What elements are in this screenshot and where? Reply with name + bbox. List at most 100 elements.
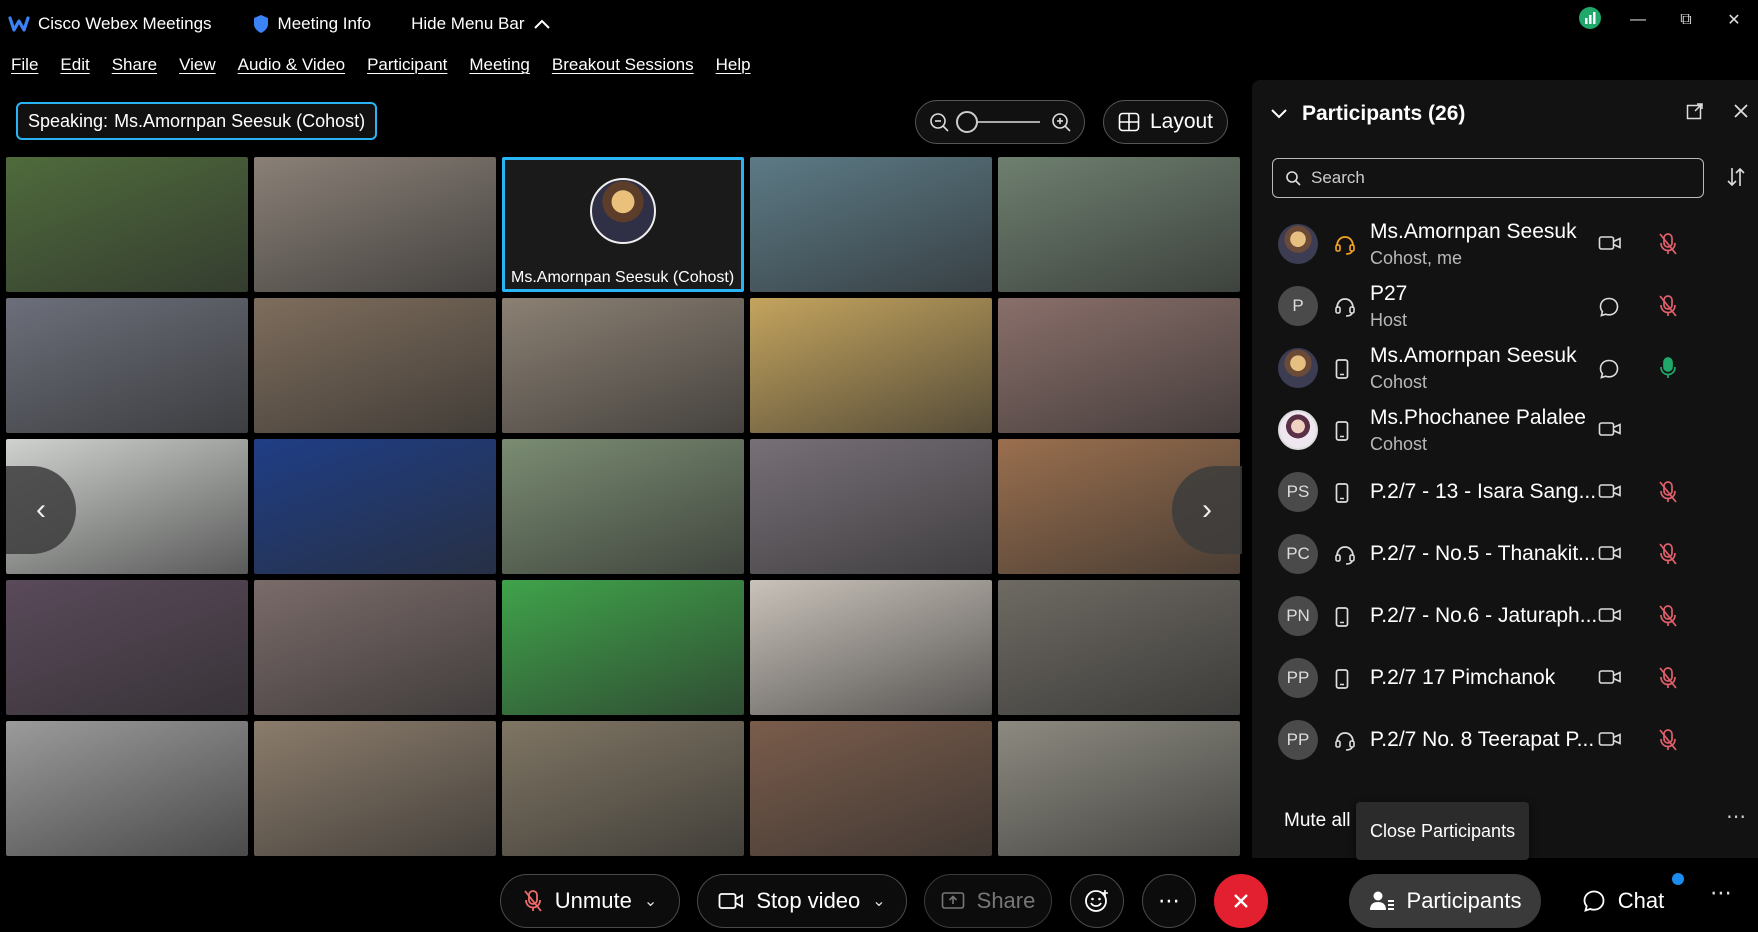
meeting-info-button[interactable]: Meeting Info (252, 14, 371, 34)
emoji-icon (1085, 890, 1108, 912)
layout-button[interactable]: Layout (1103, 100, 1228, 144)
more-actions-button[interactable]: ⋯ (1142, 874, 1196, 928)
video-camera-icon[interactable] (1598, 482, 1622, 505)
close-panel-icon[interactable] (1732, 102, 1750, 120)
video-tile[interactable] (6, 721, 248, 856)
mic-muted-icon[interactable] (1658, 728, 1678, 757)
headset-icon (1334, 234, 1356, 261)
video-tile[interactable] (254, 721, 496, 856)
pop-out-icon[interactable] (1686, 102, 1704, 120)
hide-menu-bar-button[interactable]: Hide Menu Bar (411, 14, 558, 34)
zoom-out-icon[interactable] (928, 111, 950, 133)
mic-icon[interactable] (1658, 356, 1678, 385)
unmute-button[interactable]: Unmute ⌄ (500, 874, 680, 928)
avatar: P (1278, 286, 1318, 326)
participant-row[interactable]: Ms.Phochanee Palalee Cohost (1252, 394, 1758, 464)
menu-edit[interactable]: Edit (60, 55, 89, 75)
video-tile[interactable] (6, 298, 248, 433)
restore-icon[interactable]: ⧉ (1662, 11, 1710, 29)
avatar (1278, 224, 1318, 264)
mic-muted-icon[interactable] (1658, 542, 1678, 571)
menu-help[interactable]: Help (716, 55, 751, 75)
video-camera-icon[interactable] (1598, 544, 1622, 567)
video-tile[interactable] (998, 298, 1240, 433)
participant-row[interactable]: PP P.2/7 17 Pimchanok (1252, 642, 1758, 712)
participant-row[interactable]: PS P.2/7 - 13 - Isara Sang... (1252, 456, 1758, 526)
video-tile[interactable] (254, 157, 496, 292)
video-tile[interactable] (750, 721, 992, 856)
participant-row[interactable]: PC P.2/7 - No.5 - Thanakit... (1252, 518, 1758, 588)
headset-icon (1334, 296, 1356, 323)
network-signal-icon[interactable] (1566, 6, 1614, 35)
video-tile[interactable] (750, 298, 992, 433)
video-tile[interactable] (254, 298, 496, 433)
video-tile[interactable] (750, 157, 992, 292)
participant-name: P27 (1370, 282, 1408, 305)
mic-muted-icon[interactable] (1658, 666, 1678, 695)
participant-row[interactable]: P P27 Host (1252, 270, 1758, 340)
chevron-down-icon[interactable]: ⌄ (872, 891, 885, 911)
video-camera-icon[interactable] (1598, 606, 1622, 629)
mic-muted-icon (524, 890, 542, 912)
more-options-icon[interactable]: ⋯ (1726, 804, 1746, 829)
video-tile[interactable] (502, 439, 744, 574)
video-tile[interactable] (998, 580, 1240, 715)
menu-share[interactable]: Share (112, 55, 157, 75)
video-tile[interactable] (502, 298, 744, 433)
speaking-label: Speaking: (28, 110, 109, 131)
mic-muted-icon[interactable] (1658, 294, 1678, 323)
video-camera-icon[interactable] (1598, 668, 1622, 691)
participants-button[interactable]: Participants (1349, 874, 1541, 928)
video-tile[interactable] (254, 439, 496, 574)
menu-participant[interactable]: Participant (367, 55, 447, 75)
video-tile[interactable] (502, 721, 744, 856)
participant-search-input[interactable]: Search (1272, 158, 1704, 198)
chevron-down-icon[interactable] (1270, 108, 1288, 120)
zoom-slider[interactable] (956, 111, 1040, 133)
stop-video-button[interactable]: Stop video ⌄ (697, 874, 907, 928)
mic-muted-icon[interactable] (1658, 604, 1678, 633)
video-camera-icon[interactable] (1598, 420, 1622, 443)
participants-header[interactable]: Participants (26) (1270, 102, 1465, 126)
video-camera-icon[interactable] (1598, 730, 1622, 753)
share-button[interactable]: Share (924, 874, 1052, 928)
mic-muted-icon[interactable] (1658, 480, 1678, 509)
participant-row[interactable]: Ms.Amornpan Seesuk Cohost, me (1252, 208, 1758, 278)
participant-row[interactable]: PN P.2/7 - No.6 - Jaturaph... (1252, 580, 1758, 650)
chat-bubble-icon[interactable] (1598, 358, 1620, 385)
menu-meeting[interactable]: Meeting (469, 55, 529, 75)
video-tile[interactable] (750, 580, 992, 715)
menu-file[interactable]: File (11, 55, 38, 75)
menu-view[interactable]: View (179, 55, 216, 75)
participant-row[interactable]: Ms.Amornpan Seesuk Cohost (1252, 332, 1758, 402)
layout-grid-icon (1118, 112, 1140, 132)
video-tile[interactable] (502, 580, 744, 715)
chat-bubble-icon[interactable] (1598, 296, 1620, 323)
chevron-down-icon[interactable]: ⌄ (644, 891, 657, 911)
video-tile[interactable] (750, 439, 992, 574)
zoom-slider-knob[interactable] (956, 111, 978, 133)
close-window-icon[interactable]: ✕ (1710, 10, 1758, 30)
mic-muted-icon[interactable] (1658, 232, 1678, 261)
hide-menu-bar-label: Hide Menu Bar (411, 14, 525, 33)
reactions-button[interactable] (1070, 874, 1124, 928)
sort-icon[interactable] (1726, 166, 1746, 188)
video-tile[interactable] (254, 580, 496, 715)
video-tile[interactable] (6, 157, 248, 292)
menu-audio-video[interactable]: Audio & Video (238, 55, 345, 75)
video-tile[interactable] (998, 721, 1240, 856)
video-camera-icon[interactable] (1598, 234, 1622, 257)
chat-button[interactable]: Chat (1563, 874, 1683, 928)
participant-list: Ms.Amornpan Seesuk Cohost, me P P27 Host Ms.A… (1252, 208, 1758, 878)
video-tile[interactable] (6, 580, 248, 715)
mute-all-button[interactable]: Mute all (1284, 810, 1351, 832)
zoom-in-icon[interactable] (1050, 111, 1072, 133)
video-tile[interactable] (998, 157, 1240, 292)
menu-breakout-sessions[interactable]: Breakout Sessions (552, 55, 694, 75)
minimize-icon[interactable]: — (1614, 11, 1662, 29)
leave-meeting-button[interactable] (1214, 874, 1268, 928)
participants-title: Participants (26) (1302, 102, 1466, 125)
video-tile-active-speaker[interactable]: Ms.Amornpan Seesuk (Cohost) (502, 157, 744, 292)
more-icon[interactable]: ⋯ (1710, 880, 1732, 906)
participant-row[interactable]: PP P.2/7 No. 8 Teerapat P... (1252, 704, 1758, 774)
